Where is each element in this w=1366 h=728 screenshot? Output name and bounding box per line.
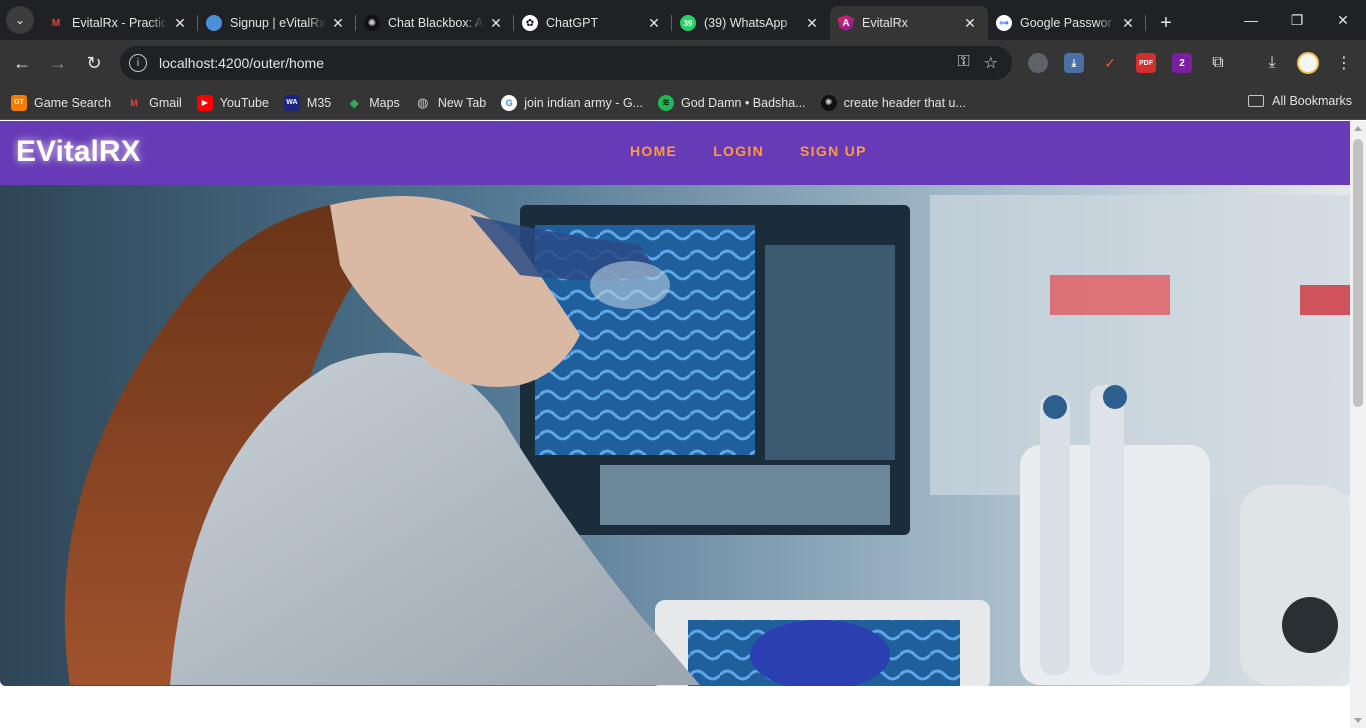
maps-icon: ◆ [349, 95, 359, 110]
back-icon[interactable]: ← [8, 49, 36, 77]
brand-logo[interactable]: EVitalRX [16, 135, 141, 169]
bookmark-label: join indian army - G... [524, 95, 644, 110]
tab-title: EvitalRx [862, 16, 908, 30]
pdf-icon[interactable]: PDF [1136, 53, 1156, 73]
address-bar[interactable]: i localhost:4200/outer/home ⚿ ☆ [120, 46, 1012, 80]
blackbox-icon: ✺ [364, 15, 380, 31]
download-icon[interactable]: ⤓ [1260, 51, 1284, 75]
angular-icon: A [838, 15, 854, 31]
tab-strip: ⌄ M EvitalRx - Practic ✕ Signup | eVital… [0, 0, 1366, 40]
google-icon: G [501, 94, 518, 111]
bookmark-item[interactable]: ◆ Maps [346, 95, 400, 111]
tab[interactable]: ✿ ChatGPT ✕ [514, 6, 672, 40]
wa-icon: WA [283, 94, 300, 111]
bookmark-item[interactable]: GT Game Search [11, 94, 112, 111]
menu-kebab-icon[interactable]: ⋮ [1332, 51, 1356, 75]
url-text[interactable]: localhost:4200/outer/home [159, 55, 324, 71]
folder-icon [1248, 95, 1265, 107]
tab[interactable]: ✺ Chat Blackbox: A ✕ [356, 6, 514, 40]
all-bookmarks-button[interactable]: All Bookmarks [1248, 94, 1352, 108]
bookmark-item[interactable]: ◍ New Tab [415, 95, 486, 111]
close-icon[interactable]: ✕ [488, 15, 504, 31]
download-manager-icon[interactable]: ⤓ [1064, 53, 1084, 73]
bookmark-label: Maps [369, 95, 400, 110]
gmail-icon: M [130, 97, 138, 108]
tab-list: M EvitalRx - Practic ✕ Signup | eVitalRx… [40, 6, 1180, 40]
app-page: EVitalRX HOME LOGIN SIGN UP [0, 121, 1350, 728]
key-icon[interactable]: ⚿ [957, 53, 969, 73]
reload-icon[interactable]: ↻ [80, 49, 108, 77]
bookmark-item[interactable]: ✺ create header that u... [820, 94, 966, 111]
close-icon[interactable]: ✕ [172, 15, 188, 31]
tab-title: Google Passwor [1020, 16, 1112, 30]
extensions-puzzle-icon[interactable]: ⧉ [1206, 51, 1230, 75]
extension-icon[interactable] [1028, 53, 1048, 73]
spotify-icon: ≋ [658, 94, 675, 111]
nav-home-link[interactable]: HOME [630, 143, 677, 159]
tab-title: (39) WhatsApp [704, 16, 788, 30]
evitalrx-icon [206, 15, 222, 31]
bookmark-item[interactable]: ≋ God Damn • Badsha... [658, 94, 806, 111]
two-icon[interactable]: 2 [1172, 53, 1192, 73]
app-header: EVitalRX HOME LOGIN SIGN UP [0, 121, 1350, 185]
tab[interactable]: ⊶ Google Passwor ✕ [988, 6, 1146, 40]
bookmark-label: M35 [306, 95, 332, 110]
tab-title: ChatGPT [546, 16, 599, 30]
whatsapp-icon: 39 [680, 15, 696, 31]
page-scrollbar[interactable] [1350, 121, 1366, 728]
main-nav: HOME LOGIN SIGN UP [612, 143, 885, 159]
star-icon[interactable]: ☆ [984, 53, 998, 73]
lab-scientist-photo [0, 185, 1350, 686]
nav-signup-link[interactable]: SIGN UP [800, 143, 867, 159]
nav-login-link[interactable]: LOGIN [713, 143, 764, 159]
bookmark-label: Gmail [149, 95, 182, 110]
close-icon[interactable]: ✕ [804, 15, 820, 31]
close-icon[interactable]: ✕ [1120, 15, 1136, 31]
tab[interactable]: Signup | eVitalRx ✕ [198, 6, 356, 40]
bookmark-item[interactable]: ▶ YouTube [196, 94, 269, 111]
bookmark-label: Game Search [34, 95, 112, 110]
minimize-icon[interactable]: — [1228, 0, 1274, 40]
bookmarks-bar: GT Game Search M Gmail ▶ YouTube WA M35 ◆ Map… [0, 86, 1366, 120]
omnibox-actions: ⚿ ☆ [957, 53, 998, 73]
window-controls: — ❐ ✕ [1228, 0, 1366, 40]
tab-title: Chat Blackbox: A [388, 16, 484, 30]
close-icon[interactable]: ✕ [330, 15, 346, 31]
tab[interactable]: M EvitalRx - Practic ✕ [40, 6, 198, 40]
bookmark-label: New Tab [437, 95, 487, 110]
tab-search-button[interactable]: ⌄ [6, 6, 34, 34]
bookmark-item[interactable]: WA M35 [283, 94, 332, 111]
bookmark-item[interactable]: M Gmail [126, 95, 182, 111]
scroll-down-icon[interactable] [1354, 718, 1362, 723]
close-icon[interactable]: ✕ [962, 15, 978, 31]
close-window-icon[interactable]: ✕ [1320, 0, 1366, 40]
restore-icon[interactable]: ❐ [1274, 0, 1320, 40]
game-search-icon: GT [11, 94, 27, 111]
tab-title: EvitalRx - Practic [72, 16, 168, 30]
profile-avatar[interactable] [1297, 52, 1319, 74]
forward-icon[interactable]: → [44, 49, 72, 77]
bookmark-item[interactable]: Gjoin indian army - G... [501, 94, 644, 111]
tab-title: Signup | eVitalRx [230, 16, 326, 30]
hero-image [0, 185, 1350, 686]
close-icon[interactable]: ✕ [646, 15, 662, 31]
tab-active[interactable]: A EvitalRx ✕ [830, 6, 988, 40]
bookmark-label: create header that u... [843, 95, 966, 110]
youtube-icon: ▶ [196, 94, 213, 111]
scrollbar-thumb[interactable] [1353, 139, 1363, 407]
browser-toolbar: ← → ↻ i localhost:4200/outer/home ⚿ ☆ ⤓ … [0, 40, 1366, 86]
new-tab-button[interactable]: + [1152, 9, 1180, 37]
gmail-icon: M [51, 17, 61, 29]
brave-icon[interactable]: ✓ [1100, 53, 1120, 73]
google-password-icon: ⊶ [996, 15, 1012, 31]
bookmark-label: YouTube [219, 95, 269, 110]
blackbox-icon: ✺ [820, 94, 837, 111]
globe-icon: ◍ [417, 94, 429, 110]
tab[interactable]: 39 (39) WhatsApp ✕ [672, 6, 830, 40]
bookmark-label: God Damn • Badsha... [681, 95, 806, 110]
site-info-icon[interactable]: i [129, 54, 147, 72]
all-bookmarks-label: All Bookmarks [1272, 94, 1352, 108]
chatgpt-icon: ✿ [522, 15, 538, 31]
scroll-up-icon[interactable] [1354, 126, 1362, 131]
